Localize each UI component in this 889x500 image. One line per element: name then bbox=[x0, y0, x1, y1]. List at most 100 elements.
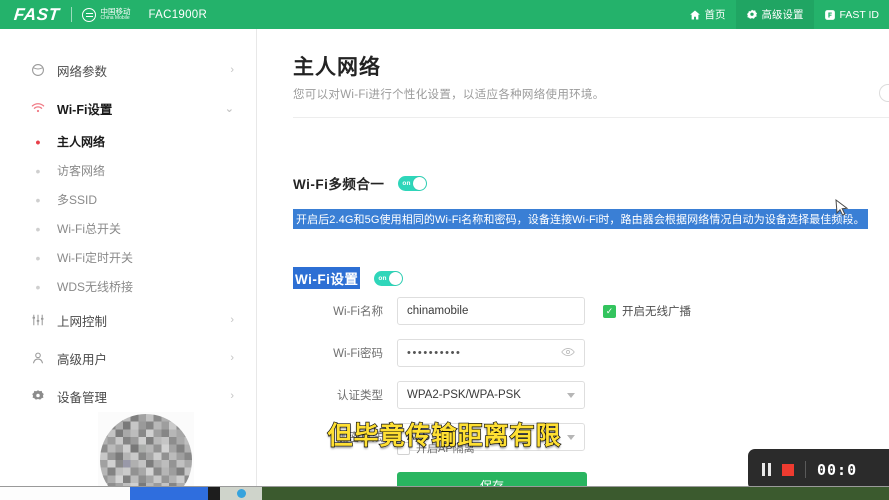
page-title: 主人网络 bbox=[293, 56, 381, 79]
user-icon bbox=[30, 351, 46, 365]
player-separator bbox=[805, 461, 806, 478]
password-label: Wi-Fi密码 bbox=[333, 348, 383, 360]
sidebar-item-advanced-user[interactable]: 高级用户 › bbox=[0, 339, 256, 377]
gear-icon bbox=[30, 389, 46, 403]
chevron-right-icon: › bbox=[230, 352, 234, 364]
app-header: FAST 中国移动 China Mobile FAC1900R 首页 高级设置 bbox=[0, 0, 889, 29]
nav-item-home[interactable]: 首页 bbox=[679, 0, 736, 29]
nav-item-fast-id-label: FAST ID bbox=[839, 8, 879, 21]
router-model-label: FAC1900R bbox=[148, 8, 208, 21]
sidebar-subitem-guest-network[interactable]: • 访客网络 bbox=[0, 156, 256, 185]
home-icon bbox=[689, 9, 701, 21]
form-row-auth-type: 认证类型 WPA2-PSK/WPA-PSK bbox=[293, 381, 691, 409]
sidebar-subitem-wds-bridge-label: WDS无线桥接 bbox=[57, 280, 133, 294]
stop-icon[interactable] bbox=[782, 463, 794, 476]
multiband-note: 开启后2.4G和5G使用相同的Wi-Fi名称和密码，设备连接Wi-Fi时，路由器… bbox=[293, 209, 868, 229]
broadcast-label: 开启无线广播 bbox=[622, 306, 691, 318]
taskbar-active-window[interactable] bbox=[130, 487, 208, 500]
player-time: 00:0 bbox=[817, 460, 858, 479]
wifi-settings-label: Wi-Fi设置 bbox=[293, 267, 361, 289]
ap-isolation-checkbox-group[interactable]: 开启AP隔离 bbox=[397, 440, 475, 456]
logo-divider bbox=[71, 7, 73, 22]
password-input[interactable]: •••••••••• bbox=[397, 339, 585, 367]
chevron-down-icon bbox=[567, 434, 575, 440]
multiband-toggle[interactable]: on bbox=[398, 175, 428, 191]
china-mobile-label-en: China Mobile bbox=[100, 15, 130, 22]
id-badge-icon bbox=[824, 9, 836, 21]
encryption-label: 加密算法 bbox=[337, 432, 383, 444]
globe-icon bbox=[30, 63, 46, 77]
sidebar-subitem-wifi-schedule-label: Wi-Fi定时开关 bbox=[57, 251, 133, 265]
sidebar-item-network-params[interactable]: 网络参数 › bbox=[0, 51, 256, 89]
chevron-right-icon: › bbox=[230, 314, 234, 326]
broadcast-checkbox[interactable]: ✓ bbox=[603, 304, 616, 318]
bullet-icon: • bbox=[35, 249, 41, 266]
sliders-icon bbox=[30, 313, 46, 327]
taskbar-window-edge bbox=[208, 487, 220, 500]
form-row-ssid: Wi-Fi名称 chinamobile ✓ 开启无线广播 bbox=[293, 297, 691, 325]
wifi-settings-section-header: Wi-Fi设置 on bbox=[293, 267, 404, 289]
bullet-icon: • bbox=[35, 278, 41, 295]
ssid-input[interactable]: chinamobile bbox=[397, 297, 585, 325]
pause-icon[interactable] bbox=[762, 463, 771, 476]
section-divider bbox=[293, 117, 889, 118]
sidebar-item-network-params-label: 网络参数 bbox=[57, 64, 108, 79]
bullet-icon: • bbox=[35, 220, 41, 237]
page-subtitle: 您可以对Wi-Fi进行个性化设置，以适应各种网络使用环境。 bbox=[293, 89, 605, 101]
sidebar-subitem-host-network-label: 主人网络 bbox=[57, 135, 106, 149]
save-button[interactable]: 保存 bbox=[397, 472, 587, 486]
china-mobile-logo: 中国移动 China Mobile bbox=[82, 6, 131, 22]
multiband-label: Wi-Fi多频合一 bbox=[293, 177, 385, 192]
sidebar-item-internet-control-label: 上网控制 bbox=[57, 314, 108, 329]
taskbar-app-icon[interactable] bbox=[220, 487, 262, 500]
toggle-knob bbox=[413, 176, 427, 190]
sidebar-item-device-management[interactable]: 设备管理 › bbox=[0, 377, 256, 415]
sidebar-subitem-wifi-master-switch-label: Wi-Fi总开关 bbox=[57, 222, 121, 236]
wifi-settings-toggle[interactable]: on bbox=[374, 270, 404, 286]
browser-icon bbox=[236, 489, 246, 498]
bullet-icon: • bbox=[35, 162, 41, 179]
gear-icon bbox=[746, 9, 758, 21]
sidebar-subitem-wds-bridge[interactable]: • WDS无线桥接 bbox=[0, 272, 256, 301]
main-content: 主人网络 您可以对Wi-Fi进行个性化设置，以适应各种网络使用环境。 Wi-Fi… bbox=[257, 29, 889, 486]
toggle-knob bbox=[389, 271, 403, 285]
ap-isolation-checkbox[interactable] bbox=[397, 441, 410, 455]
sidebar-item-internet-control[interactable]: 上网控制 › bbox=[0, 301, 256, 339]
auth-type-value: WPA2-PSK/WPA-PSK bbox=[407, 389, 521, 401]
ssid-label: Wi-Fi名称 bbox=[333, 306, 383, 318]
mouse-cursor bbox=[835, 198, 849, 218]
sidebar-subitem-wifi-master-switch[interactable]: • Wi-Fi总开关 bbox=[0, 214, 256, 243]
wifi-icon bbox=[30, 101, 46, 115]
sidebar-item-advanced-user-label: 高级用户 bbox=[57, 352, 108, 367]
password-value: •••••••••• bbox=[407, 347, 462, 359]
multiband-toggle-text: on bbox=[402, 179, 411, 187]
nav-item-advanced-settings[interactable]: 高级设置 bbox=[735, 0, 814, 29]
wifi-settings-toggle-text: on bbox=[378, 274, 387, 282]
sidebar-item-wifi-settings[interactable]: Wi-Fi设置 ⌄ bbox=[0, 89, 256, 127]
sidebar-subitem-host-network[interactable]: • 主人网络 bbox=[0, 127, 256, 156]
sidebar-item-device-management-label: 设备管理 bbox=[57, 390, 108, 405]
player-control-bar: 00:0 bbox=[748, 449, 889, 490]
nav-item-fast-id[interactable]: FAST ID bbox=[814, 0, 889, 29]
china-mobile-mark-icon bbox=[82, 7, 97, 22]
sidebar-subitem-guest-network-label: 访客网络 bbox=[57, 164, 106, 178]
ap-isolation-label: 开启AP隔离 bbox=[416, 443, 475, 455]
china-mobile-label-cn: 中国移动 bbox=[100, 6, 131, 16]
chevron-right-icon: › bbox=[230, 390, 234, 402]
ssid-value: chinamobile bbox=[407, 305, 469, 317]
screen-root: FAST 中国移动 China Mobile FAC1900R 首页 高级设置 bbox=[0, 0, 889, 500]
help-circle-icon[interactable] bbox=[879, 84, 889, 102]
sidebar-subitem-multi-ssid[interactable]: • 多SSID bbox=[0, 185, 256, 214]
os-taskbar bbox=[0, 486, 889, 500]
auth-type-select[interactable]: WPA2-PSK/WPA-PSK bbox=[397, 381, 585, 409]
multiband-section-header: Wi-Fi多频合一 on bbox=[293, 173, 428, 193]
sidebar-subitem-wifi-schedule[interactable]: • Wi-Fi定时开关 bbox=[0, 243, 256, 272]
broadcast-checkbox-group[interactable]: ✓ 开启无线广播 bbox=[603, 303, 691, 319]
chevron-down-icon: ⌄ bbox=[224, 102, 234, 115]
eye-icon[interactable] bbox=[561, 347, 575, 359]
sidebar-subitem-multi-ssid-label: 多SSID bbox=[57, 193, 98, 207]
nav-item-home-label: 首页 bbox=[704, 9, 726, 21]
wifi-settings-form: Wi-Fi名称 chinamobile ✓ 开启无线广播 Wi-Fi密码 •••… bbox=[293, 297, 691, 465]
taskbar-blank-area bbox=[0, 487, 130, 500]
fast-logo: FAST bbox=[13, 4, 61, 24]
